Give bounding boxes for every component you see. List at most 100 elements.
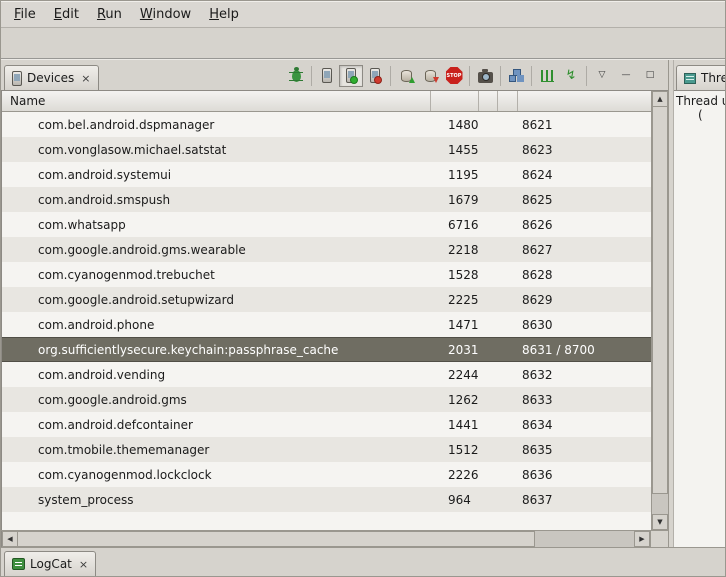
maximize-view-icon[interactable]: □ [638,65,662,87]
process-port: 8628 [518,268,651,282]
vertical-scroll-track[interactable] [652,107,668,514]
devices-pane: Devices × STOP ↯ ▽—□ Name com.bel.android.… [1,60,669,547]
dump-hprof-icon[interactable] [418,65,442,87]
process-name: com.android.smspush [2,193,431,207]
process-port: 8621 [518,118,651,132]
tab-devices-label: Devices [27,71,74,85]
table-row[interactable]: com.android.vending224408632 [2,362,651,387]
table-row[interactable]: com.vonglasow.michael.satstat145538623 [2,137,651,162]
view-menu-icon[interactable]: ▽ [590,65,614,87]
close-icon[interactable]: × [81,72,90,85]
device-delete-icon[interactable] [363,65,387,87]
menu-file[interactable]: File [5,3,45,26]
table-row[interactable]: com.google.android.gms126238633 [2,387,651,412]
tab-devices[interactable]: Devices × [4,65,99,90]
debug-selected-process-icon[interactable] [284,65,308,87]
horizontal-scroll-thumb[interactable] [18,531,535,547]
process-name: com.cyanogenmod.trebuchet [2,268,431,282]
column-header-port[interactable] [518,91,651,111]
table-row[interactable]: com.android.phone1471 8630 [2,312,651,337]
scroll-down-icon[interactable]: ▼ [652,514,668,530]
tab-logcat-label: LogCat [30,557,72,571]
close-icon[interactable]: × [79,558,88,571]
table-row[interactable]: com.google.android.setupwizard222508629 [2,287,651,312]
table-row[interactable]: com.cyanogenmod.trebuchet1528 8628 [2,262,651,287]
process-name: com.google.android.gms.wearable [2,243,431,257]
process-pid: 22250 [431,293,479,307]
threads-message-line1: Thread up [676,94,723,108]
table-row[interactable]: com.bel.android.dspmanager14808621 [2,112,651,137]
view-hierarchy-icon[interactable] [504,65,528,87]
process-pid: 12623 [431,393,479,407]
horizontal-scroll-track[interactable] [18,531,634,547]
scroll-up-icon[interactable]: ▲ [652,91,668,107]
table-row[interactable]: com.tmobile.thememanager15128635 [2,437,651,462]
toolbar-group [469,66,500,86]
table-row[interactable]: com.google.android.gms.wearable221858627 [2,237,651,262]
threads-pane-header: Threads × [674,60,725,91]
process-pid: 6716 [431,218,479,232]
table-row[interactable]: com.android.defcontainer144118634 [2,412,651,437]
menu-help[interactable]: Help [200,3,248,26]
logcat-bar: LogCat × [1,547,725,576]
process-port: 8625 [518,193,651,207]
device-view-icon[interactable] [315,65,339,87]
threads-pane: Threads × Thread up ( [673,60,725,547]
table-row[interactable]: com.android.smspush16798625 [2,187,651,212]
process-port: 8636 [518,468,651,482]
menu-window[interactable]: Window [131,3,200,26]
process-name: com.tmobile.thememanager [2,443,431,457]
column-header-blank-2[interactable] [498,91,518,111]
process-pid: 22265 [431,468,479,482]
process-pid: 1528 [431,268,479,282]
table-row[interactable]: com.whatsapp67168626 [2,212,651,237]
tab-logcat[interactable]: LogCat × [4,551,96,576]
process-port: 8626 [518,218,651,232]
table-row[interactable]: com.android.systemui11958624 [2,162,651,187]
devices-pane-header: Devices × STOP ↯ ▽—□ [1,60,668,91]
stop-process-icon[interactable]: STOP [442,65,466,87]
scrollbar-corner [650,531,668,547]
horizontal-scrollbar[interactable]: ◀ ▶ [1,531,650,547]
process-pid: 14553 [431,143,479,157]
screen-capture-icon[interactable] [473,65,497,87]
process-name: com.android.vending [2,368,431,382]
table-row[interactable]: com.cyanogenmod.lockclock222658636 [2,462,651,487]
table-row[interactable]: system_process9648637 [2,487,651,512]
process-port: 8629 [518,293,651,307]
process-port: 8633 [518,393,651,407]
threads-icon [684,73,696,84]
tab-threads[interactable]: Threads × [676,65,725,90]
scroll-left-icon[interactable]: ◀ [2,531,18,547]
toolbar-group [500,66,531,86]
toolbar-group [281,66,311,86]
table-row[interactable]: org.sufficientlysecure.keychain:passphra… [2,337,651,362]
tab-threads-label: Threads [701,71,725,85]
column-header-blank-1[interactable] [479,91,498,111]
scroll-right-icon[interactable]: ▶ [634,531,650,547]
logcat-icon [12,558,25,570]
horizontal-scrollbar-row: ◀ ▶ [1,530,668,547]
process-name: com.android.phone [2,318,431,332]
column-header-name[interactable]: Name [2,91,431,111]
update-threads-icon[interactable] [535,65,559,87]
process-pid: 964 [431,493,479,507]
process-pid: 1471 [431,318,479,332]
device-online-icon[interactable] [339,65,363,87]
process-port: 8634 [518,418,651,432]
toolbar-area [1,28,725,60]
vertical-scrollbar[interactable]: ▲ ▼ [651,91,668,530]
vertical-scroll-thumb[interactable] [652,107,668,494]
menubar: FileEditRunWindowHelp [1,1,725,28]
process-port: 8637 [518,493,651,507]
menu-edit[interactable]: Edit [45,3,88,26]
menu-run[interactable]: Run [88,3,131,26]
process-pid: 1195 [431,168,479,182]
update-heap-icon[interactable] [394,65,418,87]
process-name: com.bel.android.dspmanager [2,118,431,132]
process-port: 8630 [518,318,651,332]
column-header-pid[interactable] [431,91,479,111]
method-profiling-icon[interactable]: ↯ [559,65,583,87]
process-pid: 22440 [431,368,479,382]
minimize-view-icon[interactable]: — [614,65,638,87]
